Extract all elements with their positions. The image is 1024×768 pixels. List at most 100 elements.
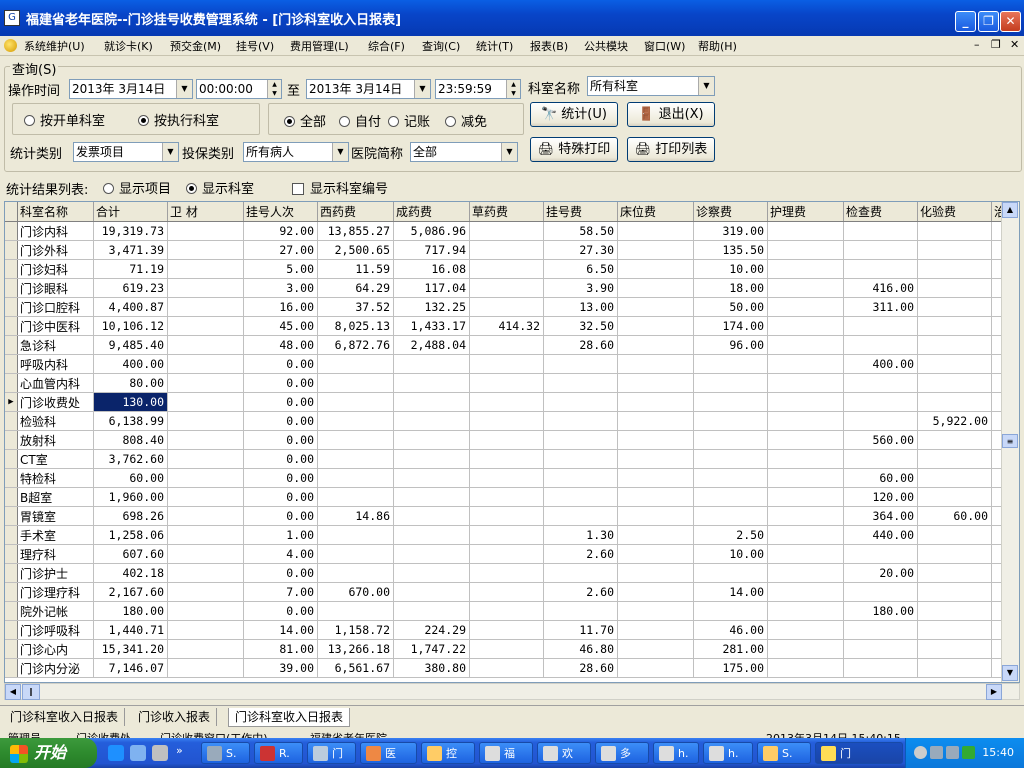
table-cell[interactable]: [617, 316, 694, 336]
table-cell[interactable]: [617, 430, 694, 450]
table-cell[interactable]: [617, 544, 694, 564]
table-cell[interactable]: [469, 373, 544, 393]
radio-self[interactable]: 自付: [339, 111, 381, 130]
table-cell[interactable]: [767, 506, 844, 526]
table-cell[interactable]: [469, 506, 544, 526]
table-cell[interactable]: [393, 582, 470, 602]
table-cell[interactable]: 619.23: [93, 278, 168, 298]
table-cell[interactable]: [167, 297, 244, 317]
table-cell[interactable]: [917, 373, 992, 393]
table-cell[interactable]: [167, 411, 244, 431]
table-cell[interactable]: [617, 468, 694, 488]
taskbar-item-1[interactable]: S.: [201, 742, 250, 764]
table-cell[interactable]: [843, 449, 918, 469]
table-cell[interactable]: 急诊科: [17, 335, 94, 355]
table-cell[interactable]: [767, 240, 844, 260]
table-cell[interactable]: 11.70: [543, 620, 618, 640]
table-cell[interactable]: 698.26: [93, 506, 168, 526]
table-cell[interactable]: 60.00: [917, 506, 992, 526]
table-cell[interactable]: 1,433.17: [393, 316, 470, 336]
close-button[interactable]: ✕: [1000, 11, 1021, 32]
title-bar[interactable]: G 福建省老年医院--门诊挂号收费管理系统 - [门诊科室收入日报表] _ ❐ …: [0, 0, 1024, 36]
table-cell[interactable]: [617, 563, 694, 583]
table-row[interactable]: 门诊外科 3,471.39 27.00 2,500.65 717.94 27.30 135.…: [5, 240, 1019, 260]
radio-show-items[interactable]: 显示项目: [103, 178, 171, 197]
row-indicator[interactable]: [5, 259, 18, 279]
table-cell[interactable]: [317, 354, 394, 374]
row-indicator[interactable]: [5, 468, 18, 488]
table-cell[interactable]: 5.00: [243, 259, 318, 279]
table-cell[interactable]: [917, 563, 992, 583]
shield-icon[interactable]: [962, 746, 975, 759]
table-cell[interactable]: 48.00: [243, 335, 318, 355]
menu-query[interactable]: 查询(C): [422, 38, 460, 54]
table-cell[interactable]: 27.30: [543, 240, 618, 260]
tab-outpatient-income[interactable]: 门诊收入报表: [132, 708, 218, 726]
menu-general[interactable]: 综合(F): [368, 38, 405, 54]
table-cell[interactable]: [843, 373, 918, 393]
table-cell[interactable]: [917, 278, 992, 298]
taskbar-item-3[interactable]: 门: [307, 742, 356, 764]
table-cell[interactable]: 311.00: [843, 297, 918, 317]
table-cell[interactable]: 135.50: [693, 240, 768, 260]
table-cell[interactable]: 560.00: [843, 430, 918, 450]
table-cell[interactable]: [917, 468, 992, 488]
table-cell[interactable]: 81.00: [243, 639, 318, 659]
table-cell[interactable]: [917, 430, 992, 450]
table-cell[interactable]: 门诊妇科: [17, 259, 94, 279]
print-list-button[interactable]: 🖨 打印列表: [627, 137, 715, 162]
table-cell[interactable]: [617, 449, 694, 469]
table-cell[interactable]: [167, 449, 244, 469]
hospital-select[interactable]: 全部 ▼: [410, 142, 518, 162]
quicklaunch-app-icon[interactable]: [152, 745, 168, 761]
table-cell[interactable]: 理疗科: [17, 544, 94, 564]
table-cell[interactable]: 1,747.22: [393, 639, 470, 659]
row-indicator[interactable]: [5, 240, 18, 260]
table-cell[interactable]: 60.00: [843, 468, 918, 488]
minimize-button[interactable]: _: [955, 11, 976, 32]
table-cell[interactable]: 13.00: [543, 297, 618, 317]
chevron-down-icon[interactable]: ▼: [332, 143, 348, 161]
table-row[interactable]: 门诊口腔科 4,400.87 16.00 37.52 132.25 13.00 50.00 3…: [5, 297, 1019, 317]
menu-reports[interactable]: 报表(B): [530, 38, 568, 54]
table-cell[interactable]: 28.60: [543, 335, 618, 355]
table-cell[interactable]: 4,400.87: [93, 297, 168, 317]
menu-register[interactable]: 挂号(V): [236, 38, 274, 54]
table-cell[interactable]: [393, 525, 470, 545]
table-cell[interactable]: 门诊护士: [17, 563, 94, 583]
table-cell[interactable]: [469, 430, 544, 450]
scroll-up-icon[interactable]: ▲: [1002, 202, 1018, 218]
table-cell[interactable]: 20.00: [843, 563, 918, 583]
table-cell[interactable]: [167, 544, 244, 564]
table-cell[interactable]: [393, 544, 470, 564]
table-cell[interactable]: 71.19: [93, 259, 168, 279]
network-icon[interactable]: [930, 746, 943, 759]
table-cell[interactable]: 院外记帐: [17, 601, 94, 621]
column-header[interactable]: 护理费: [767, 202, 844, 222]
table-cell[interactable]: 0.00: [243, 563, 318, 583]
table-cell[interactable]: 364.00: [843, 506, 918, 526]
row-indicator[interactable]: [5, 620, 18, 640]
table-cell[interactable]: [469, 487, 544, 507]
table-cell[interactable]: [767, 430, 844, 450]
scroll-right-icon[interactable]: ▶: [986, 684, 1002, 700]
table-cell[interactable]: 呼吸内科: [17, 354, 94, 374]
column-header[interactable]: 床位费: [617, 202, 694, 222]
table-cell[interactable]: [167, 316, 244, 336]
table-cell[interactable]: [693, 468, 768, 488]
row-indicator[interactable]: [5, 354, 18, 374]
table-cell[interactable]: 27.00: [243, 240, 318, 260]
table-cell[interactable]: [543, 430, 618, 450]
table-cell[interactable]: 6,872.76: [317, 335, 394, 355]
table-cell[interactable]: 11.59: [317, 259, 394, 279]
table-cell[interactable]: 18.00: [693, 278, 768, 298]
radio-exec-dept[interactable]: 按执行科室: [138, 110, 219, 129]
table-cell[interactable]: [693, 487, 768, 507]
table-cell[interactable]: 5,086.96: [393, 221, 470, 241]
menu-deposit[interactable]: 预交金(M): [170, 38, 221, 54]
table-cell[interactable]: [917, 601, 992, 621]
table-cell[interactable]: 3.90: [543, 278, 618, 298]
radio-account[interactable]: 记账: [388, 111, 430, 130]
horizontal-scrollbar[interactable]: ◀ ‖ ▶: [4, 683, 1020, 700]
table-cell[interactable]: 1,440.71: [93, 620, 168, 640]
